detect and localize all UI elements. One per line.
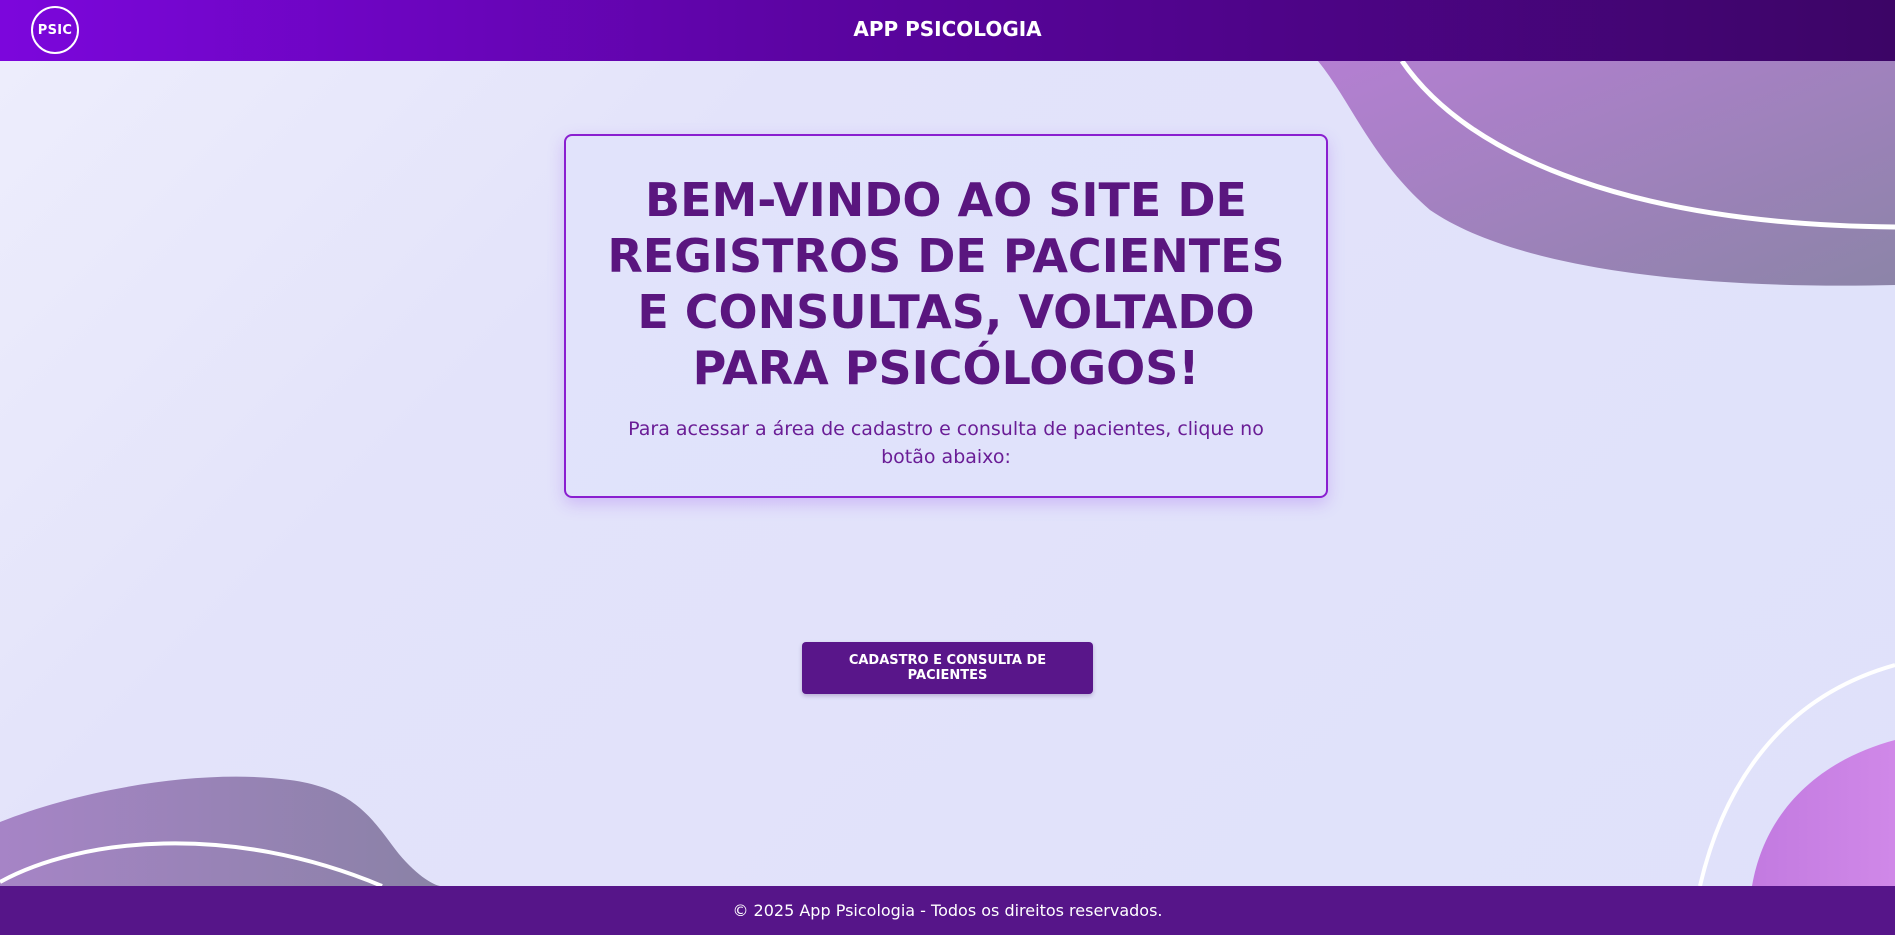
top-navbar: PSIC APP PSICOLOGIA xyxy=(0,0,1895,61)
bottom-left-wave xyxy=(0,776,440,886)
top-right-wave xyxy=(1318,61,1895,286)
page: PSIC APP PSICOLOGIA BEM-VINDO AO SITE DE… xyxy=(0,0,1895,935)
welcome-card: BEM-VINDO AO SITE DE REGISTROS DE PACIEN… xyxy=(564,134,1328,498)
patient-registry-button[interactable]: CADASTRO E CONSULTA DE PACIENTES xyxy=(802,642,1093,694)
copyright-text: © 2025 App Psicologia - Todos os direito… xyxy=(732,901,1163,920)
welcome-description: Para acessar a área de cadastro e consul… xyxy=(628,418,1264,468)
bottom-right-wave xyxy=(1752,740,1895,886)
welcome-heading: BEM-VINDO AO SITE DE REGISTROS DE PACIEN… xyxy=(607,173,1285,395)
app-title: APP PSICOLOGIA xyxy=(853,17,1042,41)
footer: © 2025 App Psicologia - Todos os direito… xyxy=(0,886,1895,935)
